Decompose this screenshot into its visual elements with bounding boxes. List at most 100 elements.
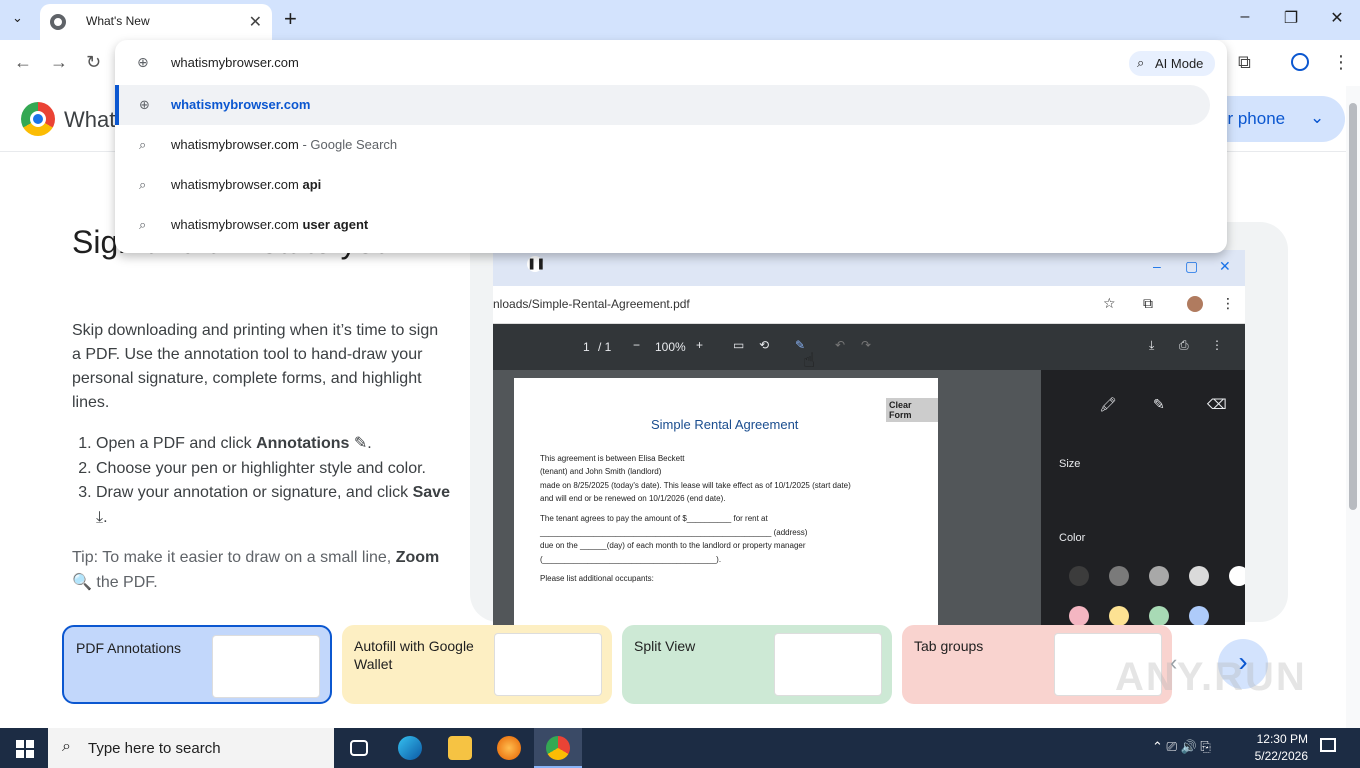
- tip-text: Tip: To make it easier to draw on a smal…: [72, 545, 452, 595]
- page-total: / 1: [598, 340, 612, 354]
- tab-strip: ⌄ What's New ✕ + – ❐ ✕: [0, 0, 1360, 40]
- feature-card[interactable]: PDF Annotations: [62, 625, 332, 704]
- task-view-icon[interactable]: [350, 740, 368, 756]
- pdf-text-line: due on the ______(day) of each month to …: [540, 541, 806, 550]
- forward-arrow-icon[interactable]: →: [50, 52, 68, 73]
- globe-icon: ⊕: [137, 54, 149, 70]
- pdf-menu-icon: ⋮: [1211, 338, 1223, 352]
- pdf-viewer: Clear Form Simple Rental Agreement This …: [493, 370, 1041, 625]
- suggestion-item[interactable]: ⌕ whatismybrowser.com api: [115, 165, 1227, 205]
- demo-maximize-icon: ▢: [1185, 258, 1199, 274]
- tab-title: What's New: [86, 14, 150, 28]
- fit-page-icon: ▭: [733, 338, 745, 352]
- zoom-level: 100%: [655, 340, 686, 354]
- chevron-down-icon: ⌄: [1310, 108, 1325, 127]
- ai-search-icon: ⌕: [1137, 55, 1145, 70]
- demo-menu-icon: ⋮: [1221, 295, 1235, 311]
- notification-icon[interactable]: [1320, 738, 1336, 752]
- suggestion-item[interactable]: ⌕ whatismybrowser.com - Google Search: [115, 125, 1227, 165]
- file-explorer-icon[interactable]: [448, 736, 472, 760]
- suggestion-item[interactable]: ⊕ whatismybrowser.com: [115, 85, 1210, 125]
- chrome-favicon-icon: [50, 14, 66, 30]
- pdf-text-line: ________________________________________…: [540, 528, 808, 537]
- download-icon: ⤓: [1149, 338, 1155, 352]
- color-swatch: [1149, 606, 1169, 625]
- page-number: 1: [583, 340, 590, 354]
- annotation-panel: 🖍 ✎ ⌫ Size Color: [1041, 370, 1245, 625]
- extensions-icon[interactable]: ⧉: [1238, 52, 1251, 73]
- windows-taskbar: ⌕ Type here to search ⌃ ⎚ 🔊 ⎘ 12:30 PM 5…: [0, 728, 1360, 768]
- taskbar-search[interactable]: ⌕ Type here to search: [48, 728, 334, 768]
- menu-icon[interactable]: ⋮: [1332, 52, 1350, 73]
- pen-icon: ✎: [1153, 396, 1165, 412]
- zoom-out-icon: −: [633, 338, 641, 352]
- tip-pre: Tip: To make it easier to draw on a smal…: [72, 549, 396, 566]
- highlighter-icon: 🖍: [1099, 396, 1117, 412]
- pdf-text-line: made on 8/25/2025 (today's date). This l…: [540, 481, 851, 490]
- tip-zoom: Zoom: [395, 549, 440, 566]
- profile-icon[interactable]: [1291, 53, 1309, 71]
- pause-icon[interactable]: ❚❚: [527, 256, 545, 272]
- cursor-hand-icon: ☝: [803, 350, 816, 372]
- chrome-logo-icon: [21, 102, 55, 136]
- reload-icon[interactable]: ↻: [86, 52, 101, 73]
- search-icon: ⌕: [139, 137, 147, 152]
- color-swatch: [1189, 606, 1209, 625]
- color-label: Color: [1059, 532, 1086, 544]
- tab-search-icon[interactable]: ⌄: [12, 10, 23, 26]
- tray-icons[interactable]: ⌃ ⎚ 🔊 ⎘: [1152, 739, 1211, 755]
- minimize-button[interactable]: –: [1222, 8, 1268, 26]
- edge-icon[interactable]: [398, 736, 422, 760]
- intro-text: Skip downloading and printing when it’s …: [72, 322, 439, 411]
- demo-close-icon: ✕: [1219, 258, 1231, 274]
- feature-card[interactable]: Autofill with Google Wallet: [342, 625, 612, 704]
- tab-whats-new[interactable]: What's New ✕: [40, 4, 272, 40]
- tab-close-icon[interactable]: ✕: [249, 12, 262, 32]
- taskbar-search-placeholder: Type here to search: [88, 740, 221, 757]
- step-item: Open a PDF and click Annotations ✎.: [96, 432, 456, 457]
- chrome-taskbar-icon[interactable]: [546, 736, 570, 760]
- demo-extensions-icon: ⧉: [1143, 295, 1153, 311]
- color-swatch: [1069, 606, 1089, 625]
- clear-form-button: Clear Form: [886, 398, 938, 422]
- ai-mode-button[interactable]: ⌕ AI Mode: [1129, 51, 1215, 76]
- scrollbar-thumb[interactable]: [1349, 103, 1357, 510]
- omnibox-input[interactable]: whatismybrowser.com: [171, 55, 299, 70]
- clock-date: 5/22/2026: [1254, 749, 1308, 763]
- color-swatch: [1109, 566, 1129, 586]
- card-title: Autofill with Google Wallet: [354, 638, 474, 672]
- pdf-page: Clear Form Simple Rental Agreement This …: [514, 378, 938, 625]
- firefox-icon[interactable]: [497, 736, 521, 760]
- suggestion-item[interactable]: ⌕ whatismybrowser.com user agent: [115, 205, 1227, 245]
- pdf-title: Simple Rental Agreement: [651, 417, 799, 432]
- taskbar-clock[interactable]: 12:30 PM 5/22/2026: [1255, 731, 1308, 765]
- star-icon: ☆: [1103, 295, 1116, 311]
- suggestion-text: whatismybrowser.com - Google Search: [171, 137, 398, 152]
- pdf-text-line: The tenant agrees to pay the amount of $…: [540, 514, 768, 523]
- color-swatch: [1109, 606, 1129, 625]
- watermark: ANY.RUN: [1115, 655, 1307, 699]
- zoom-in-icon: +: [696, 338, 704, 352]
- card-thumbnail: [494, 633, 602, 696]
- card-thumbnail: [774, 633, 882, 696]
- pdf-toolbar: 1 / 1 − 100% + ▭ ⟲ ✎ ↶ ↷ ⤓ ⎙ ⋮: [493, 324, 1245, 370]
- card-title: PDF Annotations: [76, 640, 182, 656]
- maximize-button[interactable]: ❐: [1268, 8, 1314, 28]
- omnibox-dropdown: ⊕ whatismybrowser.com ⌕ AI Mode ⊕ whatism…: [115, 40, 1227, 253]
- pdf-text-line: This agreement is between Elisa Beckett: [540, 454, 685, 463]
- eraser-icon: ⌫: [1207, 396, 1227, 412]
- feature-card[interactable]: Split View: [622, 625, 892, 704]
- demo-browser-window: ❚❚ – ▢ ✕ nloads/Simple-Rental-Agreement.…: [493, 250, 1245, 625]
- color-swatch: [1189, 566, 1209, 586]
- size-label: Size: [1059, 458, 1081, 470]
- new-tab-button[interactable]: +: [284, 6, 297, 32]
- close-window-button[interactable]: ✕: [1314, 8, 1360, 28]
- undo-icon: ↶: [835, 338, 846, 352]
- windows-start-icon[interactable]: [16, 740, 34, 758]
- suggestion-text: whatismybrowser.com user agent: [171, 217, 369, 232]
- pdf-text-line: Please list additional occupants:: [540, 574, 654, 583]
- clock-time: 12:30 PM: [1256, 732, 1308, 746]
- back-arrow-icon[interactable]: ←: [14, 52, 32, 73]
- color-swatch: [1069, 566, 1089, 586]
- demo-url: nloads/Simple-Rental-Agreement.pdf: [493, 297, 690, 311]
